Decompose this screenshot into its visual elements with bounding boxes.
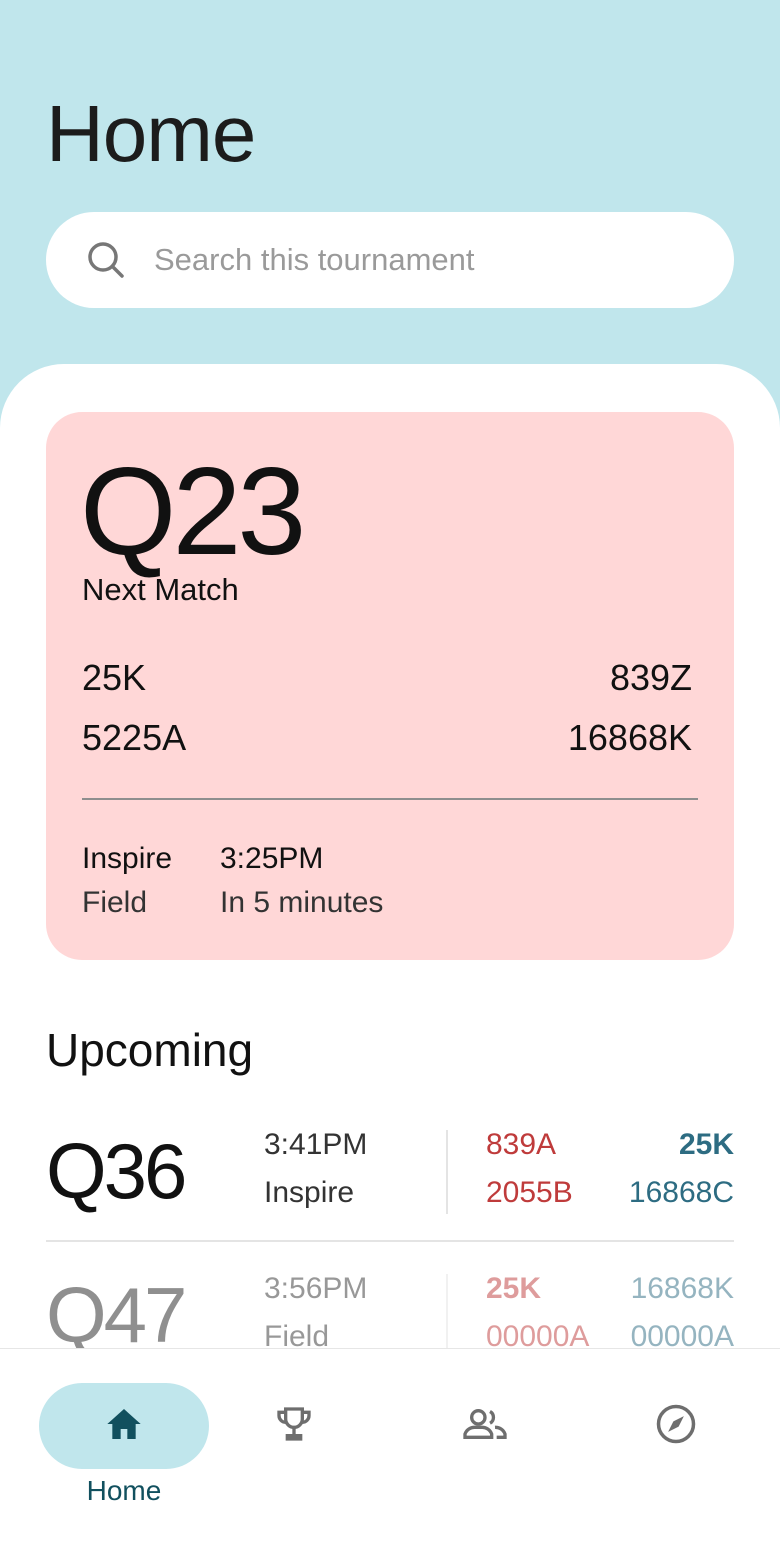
field-label: Field: [82, 886, 148, 919]
red-team-2[interactable]: 2055B: [486, 1174, 573, 1212]
trophy-icon: [274, 1404, 314, 1449]
blue-team-2[interactable]: 16868K: [568, 716, 692, 760]
bottom-nav-bar: Home: [0, 1348, 780, 1549]
home-icon: [104, 1404, 144, 1449]
match-time: 3:25PM: [220, 842, 324, 875]
field-name: Inspire: [82, 842, 173, 875]
upcoming-match-row[interactable]: Q36 3:41PM Inspire 839A 2055B 25K 16868C: [46, 1120, 734, 1238]
teams-icon: [461, 1404, 509, 1449]
red-team-1[interactable]: 839A: [486, 1126, 556, 1164]
blue-team-2[interactable]: 16868C: [629, 1174, 734, 1212]
page-title: Home: [46, 89, 256, 178]
match-id: Q47: [46, 1271, 187, 1359]
red-team-1[interactable]: 25K: [82, 656, 146, 700]
red-team-1[interactable]: 25K: [486, 1270, 541, 1308]
match-id: Q36: [46, 1127, 187, 1215]
nav-trophy[interactable]: [209, 1383, 379, 1469]
compass-icon: [655, 1403, 697, 1450]
blue-team-1[interactable]: 839Z: [610, 656, 692, 700]
search-bar[interactable]: [46, 212, 734, 308]
blue-team-1[interactable]: 16868K: [631, 1270, 734, 1308]
next-match-id: Q23: [80, 443, 306, 581]
match-time: 3:41PM: [264, 1128, 368, 1161]
card-divider: [82, 798, 698, 800]
nav-teams[interactable]: [400, 1383, 570, 1469]
red-team-2[interactable]: 5225A: [82, 716, 186, 760]
vertical-divider: [446, 1130, 448, 1214]
search-icon: [86, 240, 126, 280]
row-divider: [46, 1240, 734, 1242]
blue-team-1[interactable]: 25K: [679, 1126, 734, 1164]
match-relative-time: In 5 minutes: [220, 886, 384, 919]
upcoming-title: Upcoming: [46, 1024, 254, 1076]
vertical-divider: [446, 1274, 448, 1358]
match-time: 3:56PM: [264, 1272, 368, 1305]
nav-home-pill[interactable]: [39, 1383, 209, 1469]
search-input[interactable]: [152, 241, 716, 279]
nav-home[interactable]: [39, 1383, 209, 1469]
next-match-card[interactable]: Q23 Next Match 25K 5225A 839Z 16868K Ins…: [46, 412, 734, 960]
next-match-label: Next Match: [82, 572, 239, 607]
nav-home-label[interactable]: Home: [39, 1475, 209, 1507]
nav-explore[interactable]: [591, 1383, 761, 1469]
match-field: Inspire: [264, 1176, 355, 1209]
